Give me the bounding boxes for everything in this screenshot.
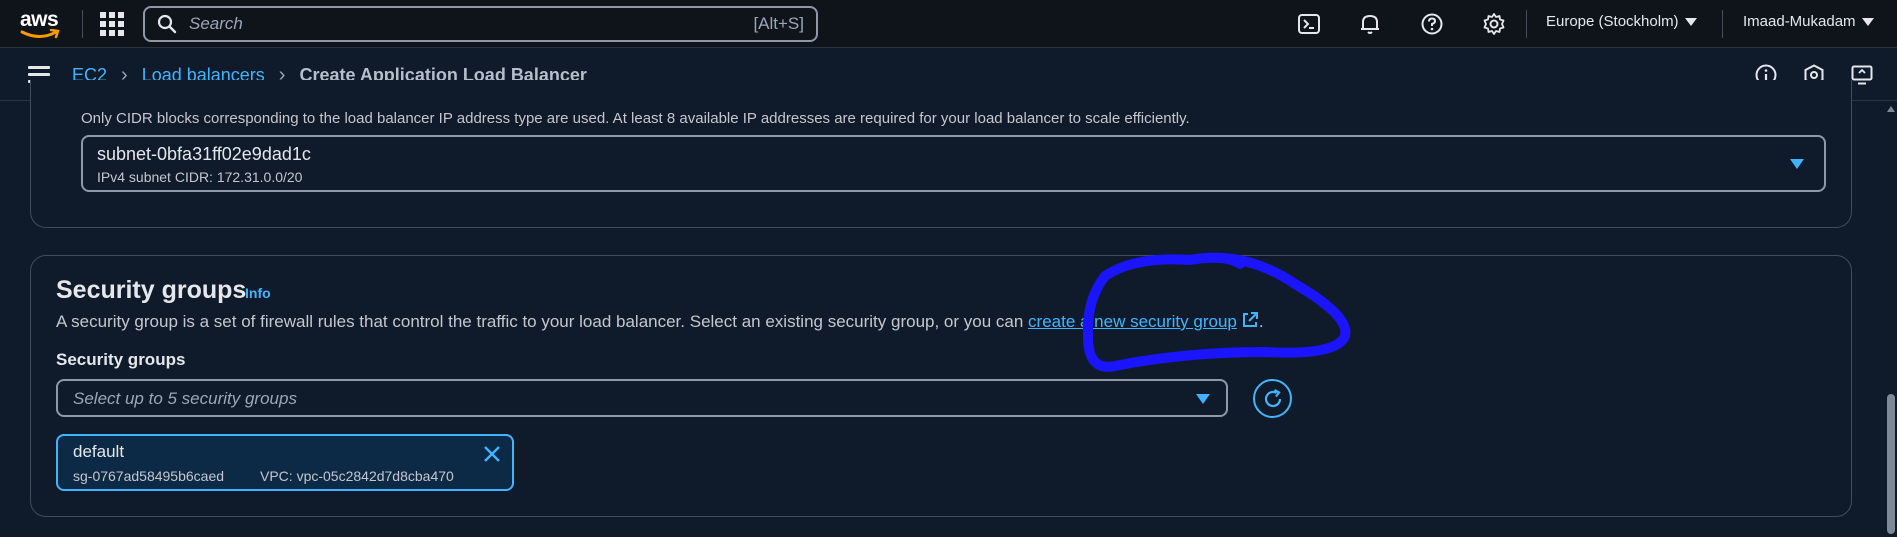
caret-down-icon xyxy=(1790,159,1804,169)
search-placeholder: Search xyxy=(189,14,243,33)
subnet-value: subnet-0bfa31ff02e9dad1c xyxy=(97,144,311,164)
caret-down-icon xyxy=(1196,394,1210,404)
region-selector[interactable]: Europe (Stockholm) xyxy=(1546,13,1697,30)
refresh-button[interactable] xyxy=(1253,379,1292,418)
cloudshell-icon[interactable] xyxy=(1296,11,1322,37)
search-shortcut: [Alt+S] xyxy=(753,14,804,33)
info-link[interactable]: Info xyxy=(245,285,271,301)
subnet-cidr: IPv4 subnet CIDR: 172.31.0.0/20 xyxy=(97,169,303,185)
divider xyxy=(1526,10,1527,38)
display-preferences-icon[interactable] xyxy=(1850,63,1874,87)
account-name: Imaad-Mukadam xyxy=(1743,13,1856,30)
services-grid-icon[interactable] xyxy=(100,12,124,36)
region-label: Europe (Stockholm) xyxy=(1546,13,1679,30)
security-groups-heading: Security groups xyxy=(56,276,247,304)
help-icon[interactable] xyxy=(1419,11,1445,37)
security-groups-field-label: Security groups xyxy=(56,350,186,369)
search-input[interactable]: Search [Alt+S] xyxy=(143,6,818,42)
security-group-vpc: VPC: vpc-05c2842d7d8cba470 xyxy=(260,468,454,484)
scroll-up-arrow-icon[interactable] xyxy=(1887,106,1895,112)
subnet-select[interactable]: subnet-0bfa31ff02e9dad1c IPv4 subnet CID… xyxy=(81,135,1826,192)
account-menu[interactable]: Imaad-Mukadam xyxy=(1743,13,1874,30)
aws-logo[interactable]: aws xyxy=(20,6,64,42)
scrollbar-thumb[interactable] xyxy=(1887,394,1895,534)
settings-gear-icon[interactable] xyxy=(1481,11,1507,37)
description-text: A security group is a set of firewall ru… xyxy=(56,312,1029,331)
cidr-note: Only CIDR blocks corresponding to the lo… xyxy=(81,110,1190,127)
aws-smile-icon xyxy=(20,29,60,39)
caret-down-icon xyxy=(1684,18,1697,27)
divider xyxy=(82,10,83,38)
external-link-icon xyxy=(1242,312,1258,327)
selected-security-group-token: default sg-0767ad58495b6caed VPC: vpc-05… xyxy=(56,434,514,491)
search-icon xyxy=(157,14,177,34)
page-scrollbar[interactable] xyxy=(1885,102,1897,537)
create-security-group-link[interactable]: create a new security group xyxy=(1028,312,1259,331)
divider xyxy=(1722,10,1723,38)
refresh-icon xyxy=(1264,389,1282,408)
security-groups-placeholder: Select up to 5 security groups xyxy=(73,389,297,408)
security-groups-select[interactable]: Select up to 5 security groups xyxy=(56,379,1228,417)
security-groups-description: A security group is a set of firewall ru… xyxy=(56,312,1264,331)
caret-down-icon xyxy=(1861,18,1874,27)
notifications-bell-icon[interactable] xyxy=(1357,11,1383,37)
security-group-id: sg-0767ad58495b6caed xyxy=(73,468,225,484)
remove-close-icon[interactable] xyxy=(482,444,502,464)
security-group-name: default xyxy=(73,442,125,461)
top-navigation-bar: aws Search [Alt+S] Europe (Stockholm) Im… xyxy=(0,0,1897,48)
